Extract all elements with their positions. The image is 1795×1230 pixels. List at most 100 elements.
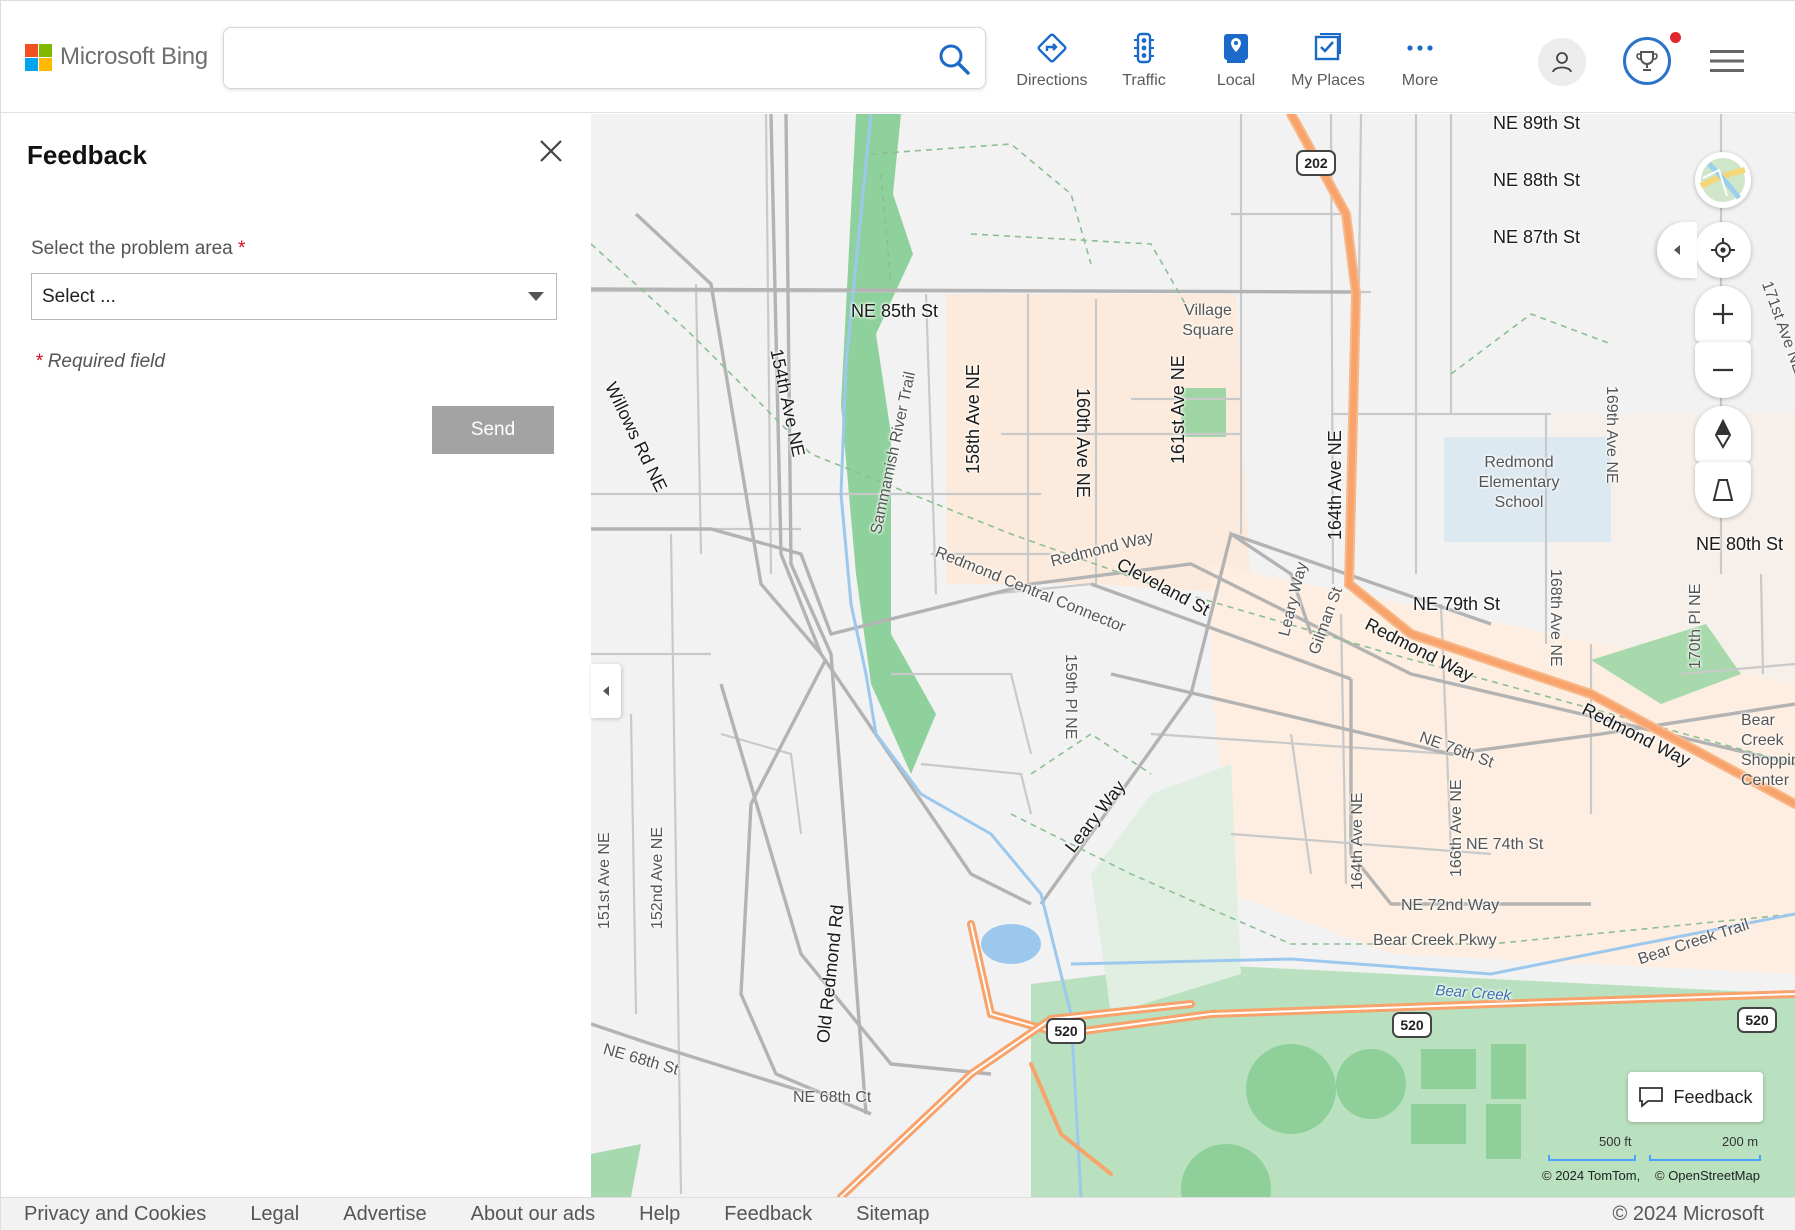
chevron-down-icon — [528, 292, 544, 301]
street-label: NE 89th St — [1493, 114, 1581, 133]
person-icon — [1552, 52, 1572, 73]
compass-icon — [1714, 419, 1732, 449]
hamburger-menu-icon[interactable] — [1710, 48, 1744, 74]
chevron-left-icon — [603, 686, 609, 696]
scale-bar-imperial — [1548, 1155, 1636, 1161]
map-style-button[interactable] — [1695, 152, 1751, 208]
required-asterisk: * — [238, 238, 246, 259]
search-box — [223, 27, 986, 89]
scale-imperial: 500 ft — [1599, 1134, 1632, 1149]
nav-label: Directions — [1016, 72, 1088, 89]
street-label: 152nd Ave NE — [649, 826, 666, 929]
required-asterisk: * — [35, 351, 43, 372]
place-label: Redmond Elementary School — [1478, 454, 1560, 511]
street-label: 168th Ave NE — [1547, 569, 1564, 667]
copyright-tomtom: © 2024 TomTom, — [1542, 1168, 1641, 1183]
rewards-button[interactable] — [1623, 37, 1671, 85]
map-canvas[interactable]: NE 89th St NE 88th St NE 87th St NE 85th… — [591, 114, 1795, 1197]
nav-traffic[interactable]: Traffic — [1098, 31, 1190, 101]
nav-label: Local — [1216, 72, 1256, 89]
street-label: Bear Creek Pkwy — [1373, 932, 1497, 949]
street-label: 159th Pl NE — [1062, 654, 1079, 740]
footer-link-legal[interactable]: Legal — [250, 1203, 299, 1226]
microsoft-logo-icon — [25, 43, 52, 71]
profile-button[interactable] — [1538, 38, 1586, 86]
nav-local[interactable]: Local — [1190, 31, 1282, 101]
route-shield: 520 — [1046, 1018, 1086, 1044]
street-label: 158th Ave NE — [963, 364, 983, 474]
scale-bar-metric — [1649, 1155, 1761, 1161]
street-label: NE 85th St — [851, 301, 939, 321]
street-label: 169th Ave NE — [1603, 386, 1620, 484]
street-label: NE 80th St — [1696, 534, 1784, 554]
street-label: NE 68th Ct — [793, 1089, 872, 1106]
footer-link-about-ads[interactable]: About our ads — [471, 1203, 596, 1226]
street-label: NE 88th St — [1493, 170, 1581, 190]
bing-maps-app: Microsoft Bing Directions Traffic Local … — [0, 0, 1795, 1230]
copyright-osm[interactable]: © OpenStreetMap — [1655, 1168, 1760, 1183]
chevron-left-icon — [1674, 245, 1680, 255]
plus-icon — [1713, 304, 1733, 324]
street-label: 151st Ave NE — [596, 832, 613, 929]
nav-label: More — [1401, 72, 1439, 89]
nav-more[interactable]: More — [1374, 31, 1466, 101]
problem-area-label: Select the problem area * — [31, 238, 245, 260]
nav-my-places[interactable]: My Places — [1282, 31, 1374, 101]
nav-label: Traffic — [1122, 72, 1166, 89]
footer: Privacy and Cookies Legal Advertise Abou… — [1, 1197, 1795, 1230]
problem-area-select[interactable]: Select ... — [31, 273, 557, 320]
map-feedback-label: Feedback — [1673, 1086, 1753, 1107]
street-label: 164th Ave NE — [1349, 792, 1366, 890]
close-icon[interactable] — [538, 138, 564, 164]
route-shield: 202 — [1296, 150, 1336, 176]
nav-directions[interactable]: Directions — [1006, 31, 1098, 101]
compass-button[interactable] — [1695, 406, 1751, 462]
required-note-text: Required field — [47, 351, 165, 372]
place-label: Bear Creek Shopping Center — [1741, 712, 1795, 789]
street-label: 161st Ave NE — [1168, 355, 1188, 464]
locate-icon — [1711, 238, 1735, 262]
required-note: * Required field — [35, 351, 165, 373]
panel-title: Feedback — [27, 140, 147, 170]
top-nav: Directions Traffic Local My Places More — [1006, 31, 1466, 101]
select-value: Select ... — [42, 286, 116, 307]
street-label: NE 79th St — [1413, 594, 1501, 614]
map-base-layer — [591, 114, 1795, 1197]
street-label: 170th Pl NE — [1687, 583, 1704, 669]
bing-logo[interactable]: Microsoft Bing — [25, 43, 208, 71]
logo-text: Microsoft Bing — [60, 43, 208, 70]
street-label: NE 74th St — [1466, 836, 1544, 853]
search-icon[interactable] — [937, 42, 971, 76]
locate-me-button[interactable] — [1695, 222, 1751, 278]
zoom-in-button[interactable] — [1695, 286, 1751, 342]
notification-dot — [1670, 32, 1681, 43]
map-style-icon — [1699, 158, 1746, 202]
zoom-out-button[interactable] — [1695, 342, 1751, 398]
route-shield: 520 — [1392, 1012, 1432, 1038]
comment-icon — [1639, 1087, 1664, 1108]
send-button[interactable]: Send — [432, 406, 554, 454]
footer-link-advertise[interactable]: Advertise — [343, 1203, 426, 1226]
street-label: 160th Ave NE — [1073, 388, 1093, 498]
street-label: NE 72nd Way — [1401, 897, 1500, 914]
tilt-button[interactable] — [1695, 462, 1751, 518]
map-feedback-button[interactable]: Feedback — [1628, 1072, 1763, 1122]
footer-link-help[interactable]: Help — [639, 1203, 680, 1226]
route-shield: 520 — [1737, 1007, 1777, 1033]
trophy-icon — [1636, 51, 1658, 71]
footer-link-sitemap[interactable]: Sitemap — [856, 1203, 929, 1226]
footer-link-feedback[interactable]: Feedback — [724, 1203, 812, 1226]
top-header: Microsoft Bing Directions Traffic Local … — [1, 1, 1795, 113]
more-icon — [1407, 45, 1433, 51]
search-input[interactable] — [240, 40, 920, 76]
place-label: Village Square — [1182, 302, 1234, 339]
local-icon — [1224, 34, 1248, 63]
collapse-panel-button[interactable] — [591, 664, 621, 718]
nav-label: My Places — [1291, 72, 1365, 89]
scale-metric: 200 m — [1722, 1134, 1759, 1149]
minus-icon — [1713, 368, 1733, 372]
problem-area-label-text: Select the problem area — [31, 238, 233, 259]
footer-link-privacy[interactable]: Privacy and Cookies — [24, 1203, 206, 1226]
street-label: NE 87th St — [1493, 227, 1581, 247]
my-places-icon — [1314, 33, 1341, 61]
